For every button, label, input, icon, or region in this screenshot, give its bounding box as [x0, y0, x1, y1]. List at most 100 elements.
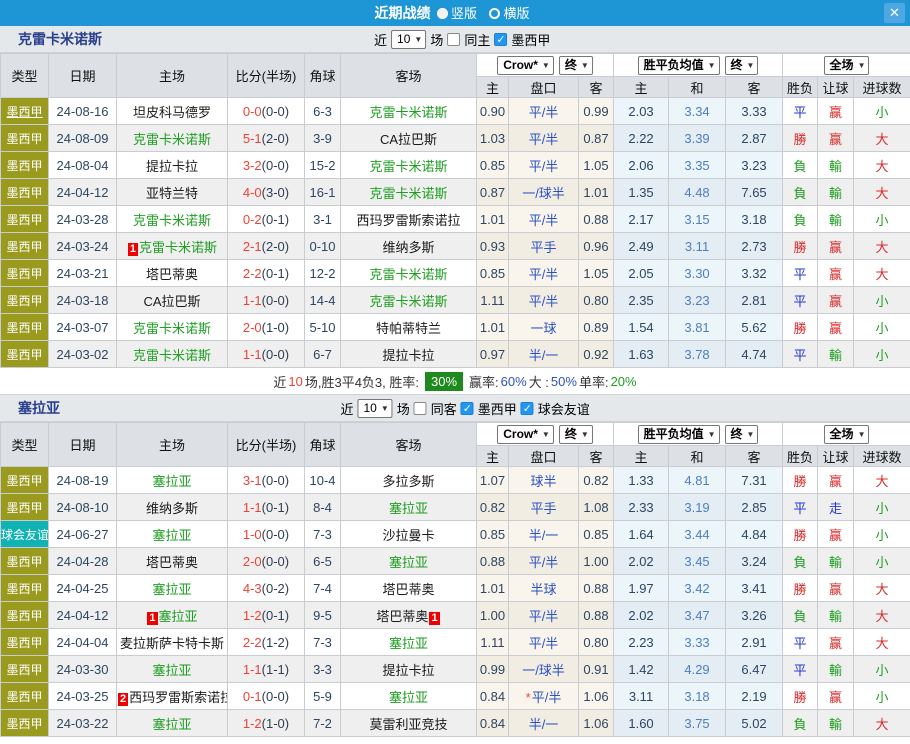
bookmaker-select-2[interactable]: Crow*▼ [497, 425, 554, 444]
home-team-cell[interactable]: 塞拉亚 [117, 656, 228, 683]
league-type-cell[interactable]: 墨西甲 [1, 125, 49, 152]
league-type-cell[interactable]: 墨西甲 [1, 710, 49, 737]
away-team-cell[interactable]: 克雷卡米诺斯 [341, 179, 477, 206]
league-filter-checkbox-2[interactable] [461, 402, 474, 415]
team-name-text: 塞拉亚 [152, 528, 191, 543]
league-type-cell[interactable]: 墨西甲 [1, 287, 49, 314]
final-odds-select-3[interactable]: 终▼ [559, 425, 593, 444]
match-count-select-2[interactable]: 10▼ [357, 399, 392, 418]
scope-select[interactable]: 全场▼ [824, 56, 870, 75]
away-team-cell[interactable]: 塞拉亚 [341, 494, 477, 521]
home-team-cell[interactable]: 亚特兰特 [117, 179, 228, 206]
result-outcome: 勝 [783, 125, 818, 152]
away-team-cell[interactable]: 塞拉亚 [341, 629, 477, 656]
asia-away-odds: 0.80 [579, 629, 614, 656]
euro-average-select[interactable]: 胜平负均值▼ [638, 56, 720, 75]
friendly-filter-label[interactable]: 球会友谊 [538, 399, 590, 418]
league-type-cell[interactable]: 墨西甲 [1, 683, 49, 710]
final-odds-select2[interactable]: 终▼ [725, 56, 759, 75]
same-home-label[interactable]: 同主 [464, 30, 490, 49]
result-goals: 小 [854, 548, 910, 575]
league-type-cell[interactable]: 墨西甲 [1, 314, 49, 341]
same-home-checkbox[interactable] [447, 33, 460, 46]
league-type-cell[interactable]: 墨西甲 [1, 467, 49, 494]
league-type-cell[interactable]: 墨西甲 [1, 341, 49, 368]
home-team-cell[interactable]: 塞拉亚 [117, 521, 228, 548]
league-type-cell[interactable]: 球会友谊 [1, 521, 49, 548]
team-name-text: 塔巴蒂奥 [146, 555, 198, 570]
league-type-cell[interactable]: 墨西甲 [1, 206, 49, 233]
home-team-cell[interactable]: 塔巴蒂奥 [117, 260, 228, 287]
away-team-cell[interactable]: 克雷卡米诺斯 [341, 287, 477, 314]
home-team-cell[interactable]: 坦皮科马德罗 [117, 98, 228, 125]
home-team-cell[interactable]: 提拉卡拉 [117, 152, 228, 179]
away-team-cell[interactable]: CA拉巴斯 [341, 125, 477, 152]
league-type-cell[interactable]: 墨西甲 [1, 629, 49, 656]
away-team-cell[interactable]: 克雷卡米诺斯 [341, 260, 477, 287]
home-team-cell[interactable]: 2西玛罗雷斯索诺拉 [117, 683, 228, 710]
away-team-cell[interactable]: 克雷卡米诺斯 [341, 152, 477, 179]
home-team-cell[interactable]: 克雷卡米诺斯 [117, 206, 228, 233]
away-team-cell[interactable]: 塔巴蒂奥1 [341, 602, 477, 629]
final-odds-select[interactable]: 终▼ [559, 56, 593, 75]
fulltime-score: 5-1 [243, 131, 262, 146]
league-type-cell[interactable]: 墨西甲 [1, 233, 49, 260]
horizontal-layout-radio[interactable] [489, 8, 500, 19]
home-team-cell[interactable]: 塞拉亚 [117, 575, 228, 602]
league-type-cell[interactable]: 墨西甲 [1, 602, 49, 629]
league-type-text: 墨西甲 [6, 321, 42, 335]
away-team-cell[interactable]: 塞拉亚 [341, 548, 477, 575]
bookmaker-select[interactable]: Crow*▼ [497, 56, 554, 75]
vertical-layout-radio[interactable] [437, 8, 448, 19]
home-team-cell[interactable]: 1克雷卡米诺斯 [117, 233, 228, 260]
horizontal-layout-label[interactable]: 横版 [503, 6, 529, 21]
away-team-cell[interactable]: 塞拉亚 [341, 683, 477, 710]
league-type-text: 墨西甲 [6, 105, 42, 119]
league-filter-label[interactable]: 墨西甲 [511, 30, 550, 49]
euro-average-select-2[interactable]: 胜平负均值▼ [638, 425, 720, 444]
away-team-cell[interactable]: 西玛罗雷斯索诺拉 [341, 206, 477, 233]
league-type-cell[interactable]: 墨西甲 [1, 179, 49, 206]
friendly-filter-checkbox[interactable] [521, 402, 534, 415]
league-type-cell[interactable]: 墨西甲 [1, 656, 49, 683]
home-team-cell[interactable]: 1塞拉亚 [117, 602, 228, 629]
home-team-cell[interactable]: 塞拉亚 [117, 710, 228, 737]
league-type-text: 墨西甲 [6, 159, 42, 173]
home-team-cell[interactable]: 克雷卡米诺斯 [117, 314, 228, 341]
home-team-cell[interactable]: 克雷卡米诺斯 [117, 341, 228, 368]
league-filter-label-2[interactable]: 墨西甲 [478, 399, 517, 418]
away-team-cell[interactable]: 特帕蒂特兰 [341, 314, 477, 341]
home-team-cell[interactable]: 克雷卡米诺斯 [117, 125, 228, 152]
league-filter-checkbox[interactable] [494, 33, 507, 46]
home-team-cell[interactable]: CA拉巴斯 [117, 287, 228, 314]
league-type-cell[interactable]: 墨西甲 [1, 98, 49, 125]
league-type-cell[interactable]: 墨西甲 [1, 548, 49, 575]
away-team-cell[interactable]: 提拉卡拉 [341, 656, 477, 683]
same-away-label[interactable]: 同客 [431, 399, 457, 418]
home-team-cell[interactable]: 麦拉斯萨卡特卡斯 [117, 629, 228, 656]
vertical-layout-label[interactable]: 竖版 [451, 6, 477, 21]
halftime-score: (1-1) [262, 662, 289, 677]
team-name-text: 麦拉斯萨卡特卡斯 [120, 636, 224, 651]
league-type-cell[interactable]: 墨西甲 [1, 260, 49, 287]
same-away-checkbox[interactable] [414, 402, 427, 415]
league-type-cell[interactable]: 墨西甲 [1, 494, 49, 521]
team-name-text: 塞拉亚 [389, 555, 428, 570]
away-team-cell[interactable]: 莫雷利亚竞技 [341, 710, 477, 737]
close-icon[interactable]: ✕ [884, 3, 905, 23]
final-odds-select-4[interactable]: 终▼ [725, 425, 759, 444]
league-type-cell[interactable]: 墨西甲 [1, 575, 49, 602]
away-team-cell[interactable]: 塔巴蒂奥 [341, 575, 477, 602]
home-team-cell[interactable]: 塔巴蒂奥 [117, 548, 228, 575]
match-count-select[interactable]: 10▼ [391, 30, 426, 49]
away-team-cell[interactable]: 沙拉曼卡 [341, 521, 477, 548]
home-team-cell[interactable]: 塞拉亚 [117, 467, 228, 494]
away-team-cell[interactable]: 提拉卡拉 [341, 341, 477, 368]
away-team-cell[interactable]: 维纳多斯 [341, 233, 477, 260]
scope-select-2[interactable]: 全场▼ [824, 425, 870, 444]
match-date: 24-06-27 [49, 521, 117, 548]
away-team-cell[interactable]: 克雷卡米诺斯 [341, 98, 477, 125]
home-team-cell[interactable]: 维纳多斯 [117, 494, 228, 521]
away-team-cell[interactable]: 多拉多斯 [341, 467, 477, 494]
league-type-cell[interactable]: 墨西甲 [1, 152, 49, 179]
